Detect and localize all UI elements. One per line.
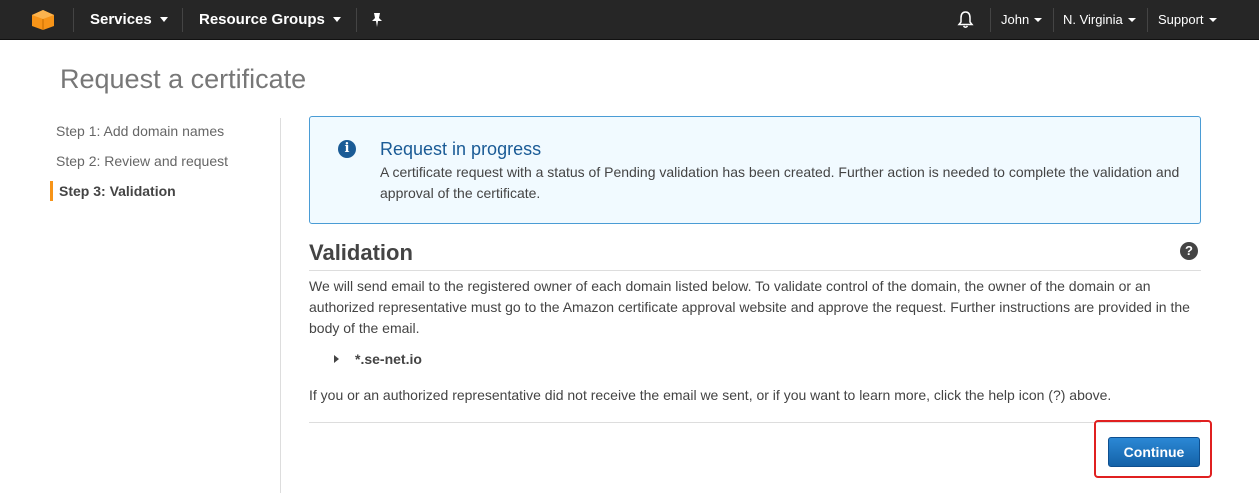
chevron-down-icon bbox=[1208, 17, 1217, 22]
aws-cube-icon[interactable] bbox=[30, 9, 56, 31]
footer-divider bbox=[309, 422, 1201, 423]
help-icon[interactable]: ? bbox=[1180, 242, 1198, 260]
support-label: Support bbox=[1158, 12, 1204, 27]
nav-divider bbox=[73, 8, 74, 32]
chevron-down-icon bbox=[1127, 17, 1136, 22]
pin-icon[interactable] bbox=[370, 12, 384, 28]
request-in-progress-alert: i Request in progress A certificate requ… bbox=[309, 116, 1201, 224]
top-navigation-bar: Services Resource Groups John N. Virgini… bbox=[0, 0, 1259, 40]
validation-heading: Validation bbox=[309, 240, 413, 265]
step-validation[interactable]: Step 3: Validation bbox=[50, 181, 176, 201]
region-label: N. Virginia bbox=[1063, 12, 1123, 27]
chevron-down-icon bbox=[332, 16, 341, 22]
support-menu[interactable]: Support bbox=[1158, 0, 1217, 40]
chevron-down-icon bbox=[1034, 17, 1043, 22]
user-label: John bbox=[1001, 12, 1030, 27]
step-review-and-request[interactable]: Step 2: Review and request bbox=[56, 153, 228, 169]
step-add-domain-names[interactable]: Step 1: Add domain names bbox=[56, 123, 224, 139]
services-menu[interactable]: Services bbox=[90, 0, 168, 40]
region-menu[interactable]: N. Virginia bbox=[1063, 0, 1136, 40]
nav-divider bbox=[990, 8, 991, 32]
user-menu[interactable]: John bbox=[1001, 0, 1043, 40]
domain-name: *.se-net.io bbox=[355, 351, 422, 367]
validation-note: If you or an authorized representative d… bbox=[309, 387, 1112, 403]
resource-groups-menu[interactable]: Resource Groups bbox=[199, 0, 341, 40]
validation-description: We will send email to the registered own… bbox=[309, 278, 1190, 336]
services-label: Services bbox=[90, 11, 152, 28]
sidebar-divider bbox=[280, 118, 281, 493]
bell-icon[interactable] bbox=[957, 11, 974, 29]
alert-message: A certificate request with a status of P… bbox=[380, 164, 1180, 201]
resource-groups-label: Resource Groups bbox=[199, 11, 325, 28]
nav-divider bbox=[356, 8, 357, 32]
nav-divider bbox=[1053, 8, 1054, 32]
page-title: Request a certificate bbox=[60, 64, 307, 94]
continue-button[interactable]: Continue bbox=[1108, 437, 1200, 467]
expand-caret-icon[interactable] bbox=[334, 355, 339, 364]
domain-list-item[interactable]: *.se-net.io bbox=[334, 351, 422, 367]
chevron-down-icon bbox=[159, 16, 168, 22]
nav-divider bbox=[1147, 8, 1148, 32]
section-divider bbox=[309, 270, 1201, 271]
info-icon: i bbox=[338, 140, 356, 158]
nav-divider bbox=[182, 8, 183, 32]
alert-title: Request in progress bbox=[380, 139, 542, 159]
